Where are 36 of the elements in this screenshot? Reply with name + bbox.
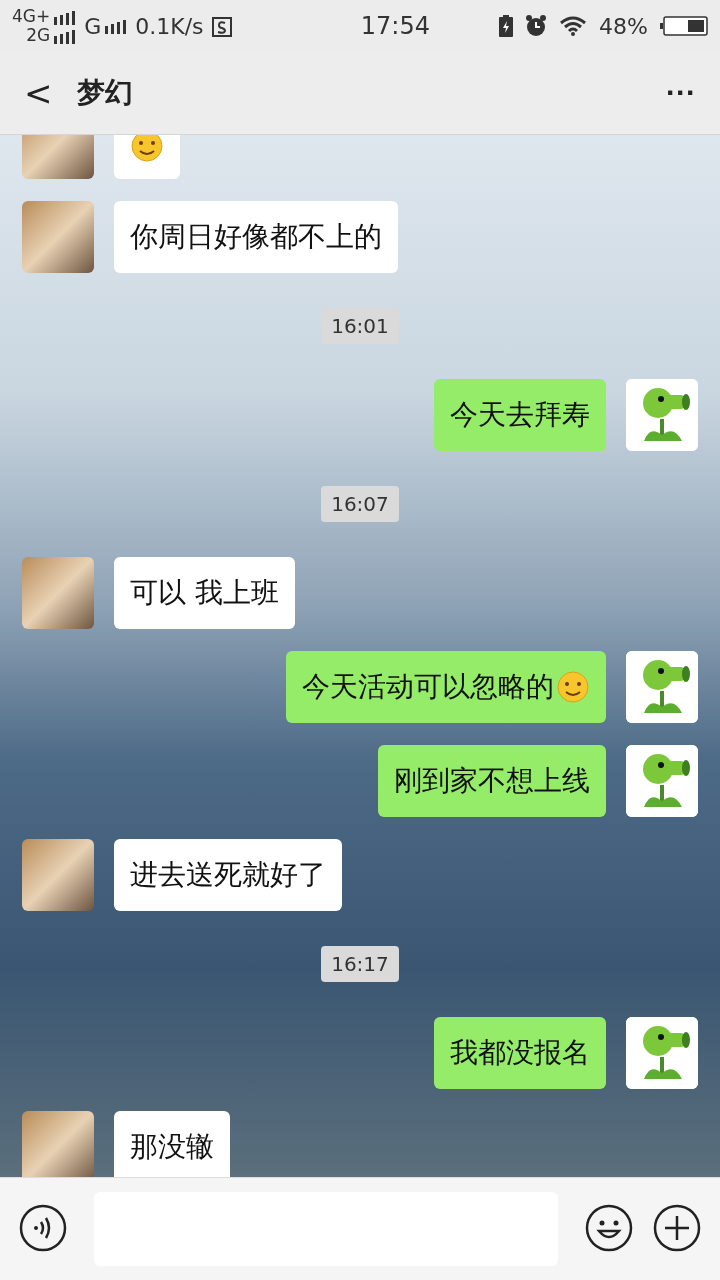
message-bubble[interactable]: 你周日好像都不上的 — [114, 201, 398, 273]
message-bubble[interactable]: 可以 我上班 — [114, 557, 295, 629]
timestamp: 16:17 — [321, 946, 399, 982]
avatar-photo[interactable] — [22, 201, 94, 273]
timestamp: 16:07 — [321, 486, 399, 522]
plant-avatar-drawing[interactable] — [626, 745, 698, 817]
message-bubble[interactable]: 今天去拜寿 — [434, 379, 606, 451]
back-button[interactable]: < — [24, 73, 53, 113]
speed-text: 0.1K/s — [135, 13, 204, 39]
message-bubble[interactable]: 今天活动可以忽略的 — [286, 651, 606, 723]
network-label: 4G+ — [12, 7, 51, 26]
timestamp: 16:01 — [321, 308, 399, 344]
network-label: G — [84, 13, 102, 39]
message-bubble[interactable]: 进去送死就好了 — [114, 839, 342, 911]
clock-text: 17:54 — [359, 12, 431, 40]
message-bubble[interactable]: 我都没报名 — [434, 1017, 606, 1089]
message-bubble[interactable]: 刚到家不想上线 — [378, 745, 606, 817]
wifi-icon — [559, 16, 588, 36]
plant-avatar-drawing[interactable] — [626, 1017, 698, 1089]
battery-percent: 48% — [599, 13, 648, 39]
network-label: 2G — [26, 26, 51, 45]
signal-icon — [105, 18, 128, 34]
avatar-photo[interactable] — [22, 1111, 94, 1177]
charging-icon — [499, 15, 514, 37]
plant-avatar-drawing[interactable] — [626, 651, 698, 723]
signal-icon — [54, 8, 77, 25]
battery-icon — [660, 15, 708, 37]
message-bubble[interactable]: 那没辙 — [114, 1111, 230, 1177]
alarm-icon — [525, 15, 548, 37]
plant-avatar-drawing[interactable] — [626, 379, 698, 451]
signal-icon — [54, 27, 77, 44]
avatar-photo[interactable] — [22, 557, 94, 629]
more-button[interactable]: ··· — [666, 76, 696, 110]
chat-title: 梦幻 — [76, 75, 134, 111]
s-square-icon — [211, 15, 232, 37]
avatar-photo[interactable] — [22, 839, 94, 911]
